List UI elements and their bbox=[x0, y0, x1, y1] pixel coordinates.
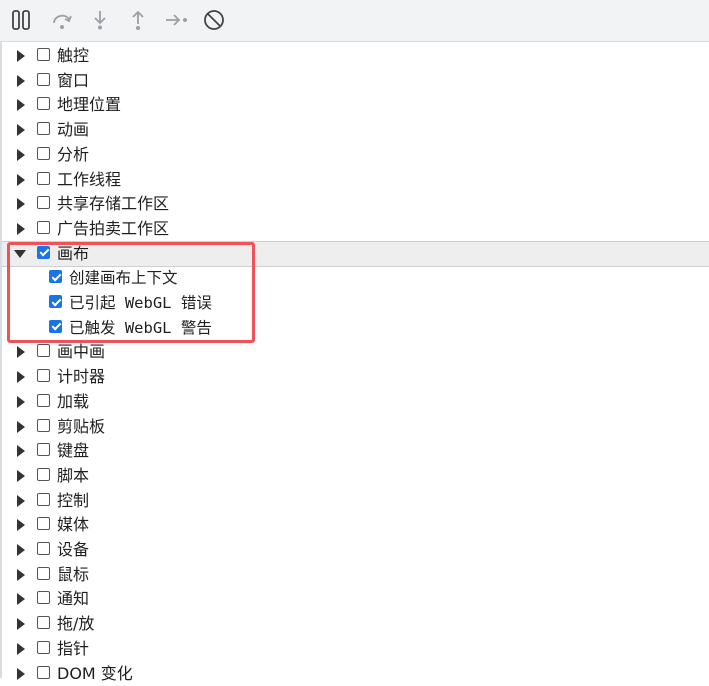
breakpoint-category-item[interactable]: 媒体 bbox=[2, 513, 709, 537]
breakpoint-category-item[interactable]: 计时器 bbox=[2, 365, 709, 389]
breakpoint-category-item[interactable]: 脚本 bbox=[2, 464, 709, 488]
expand-right-arrow-icon[interactable] bbox=[17, 74, 25, 87]
checkbox[interactable] bbox=[37, 443, 50, 457]
expand-right-arrow-icon[interactable] bbox=[17, 544, 25, 556]
checkbox[interactable] bbox=[37, 344, 50, 358]
expand-right-arrow-icon[interactable] bbox=[17, 642, 25, 655]
breakpoint-category-item[interactable]: 触控 bbox=[2, 44, 709, 68]
item-label: 剪贴板 bbox=[57, 416, 106, 436]
expand-right-arrow-icon[interactable] bbox=[17, 99, 25, 112]
checkbox[interactable] bbox=[37, 418, 50, 432]
item-label: 地理位置 bbox=[57, 95, 122, 115]
checkbox[interactable] bbox=[37, 97, 50, 111]
item-label: 计时器 bbox=[57, 367, 106, 387]
item-label: 设备 bbox=[57, 540, 90, 559]
item-label: 分析 bbox=[57, 144, 90, 164]
checkbox[interactable] bbox=[37, 48, 50, 61]
expand-right-arrow-icon[interactable] bbox=[17, 445, 25, 458]
expand-right-arrow-icon[interactable] bbox=[17, 593, 25, 606]
item-label: 键盘 bbox=[57, 441, 90, 461]
breakpoint-category-item[interactable]: 拖/放 bbox=[2, 612, 709, 636]
expand-right-arrow-icon[interactable] bbox=[17, 50, 25, 62]
item-label: 通知 bbox=[57, 589, 90, 609]
breakpoint-category-item[interactable]: 设备 bbox=[2, 538, 709, 562]
pause-icon[interactable] bbox=[8, 7, 34, 33]
expand-right-arrow-icon[interactable] bbox=[17, 198, 25, 211]
expand-right-arrow-icon[interactable] bbox=[17, 420, 25, 433]
expand-right-arrow-icon[interactable] bbox=[17, 395, 25, 408]
breakpoint-category-item[interactable]: 共享存储工作区 bbox=[2, 192, 709, 216]
checkbox[interactable] bbox=[37, 566, 50, 580]
checkbox[interactable] bbox=[37, 517, 50, 531]
expand-right-arrow-icon[interactable] bbox=[17, 173, 25, 186]
expand-right-arrow-icon[interactable] bbox=[17, 469, 25, 482]
highlight-box bbox=[7, 242, 255, 343]
expand-right-arrow-icon[interactable] bbox=[17, 618, 25, 631]
item-label: DOM 变化 bbox=[57, 663, 133, 683]
breakpoint-category-item[interactable]: 键盘 bbox=[2, 439, 709, 463]
expand-right-arrow-icon[interactable] bbox=[17, 346, 25, 359]
expand-right-arrow-icon[interactable] bbox=[17, 519, 25, 532]
breakpoint-category-item[interactable]: 地理位置 bbox=[2, 93, 709, 117]
breakpoint-category-item[interactable]: 控制 bbox=[2, 489, 709, 513]
checkbox[interactable] bbox=[37, 640, 50, 654]
breakpoint-category-item[interactable]: 分析 bbox=[2, 143, 709, 167]
checkbox[interactable] bbox=[37, 393, 50, 407]
breakpoint-category-item[interactable]: 通知 bbox=[2, 587, 709, 611]
breakpoint-category-item[interactable]: 动画 bbox=[2, 118, 709, 142]
item-label: 鼠标 bbox=[57, 564, 90, 584]
checkbox[interactable] bbox=[37, 492, 50, 506]
item-label: 画中画 bbox=[57, 342, 106, 362]
expand-right-arrow-icon[interactable] bbox=[17, 222, 25, 235]
checkbox[interactable] bbox=[37, 542, 50, 555]
item-label: 窗口 bbox=[57, 70, 90, 90]
checkbox[interactable] bbox=[37, 467, 50, 481]
item-label: 动画 bbox=[57, 120, 90, 140]
breakpoint-category-item[interactable]: 加载 bbox=[2, 390, 709, 414]
checkbox[interactable] bbox=[37, 171, 50, 185]
item-label: 共享存储工作区 bbox=[57, 194, 170, 214]
expand-right-arrow-icon[interactable] bbox=[17, 148, 25, 161]
checkbox[interactable] bbox=[37, 665, 50, 679]
step-icon[interactable] bbox=[164, 7, 190, 33]
breakpoint-category-item[interactable]: 工作线程 bbox=[2, 168, 709, 192]
item-label: 加载 bbox=[57, 391, 90, 411]
debugger-toolbar bbox=[0, 0, 709, 42]
checkbox[interactable] bbox=[37, 146, 50, 160]
item-label: 控制 bbox=[57, 490, 90, 510]
breakpoint-category-item[interactable]: 窗口 bbox=[2, 69, 709, 93]
item-label: 脚本 bbox=[57, 465, 90, 485]
checkbox[interactable] bbox=[37, 196, 50, 210]
expand-right-arrow-icon[interactable] bbox=[17, 371, 25, 384]
item-label: 广告拍卖工作区 bbox=[57, 218, 170, 238]
item-label: 触控 bbox=[57, 46, 90, 65]
item-label: 工作线程 bbox=[57, 169, 122, 189]
expand-right-arrow-icon[interactable] bbox=[17, 124, 25, 137]
breakpoint-category-item[interactable]: 鼠标 bbox=[2, 563, 709, 587]
breakpoint-category-item[interactable]: 画中画 bbox=[2, 340, 709, 364]
step-out-icon[interactable] bbox=[125, 7, 151, 33]
step-into-icon[interactable] bbox=[87, 7, 113, 33]
item-label: 指针 bbox=[57, 638, 90, 658]
step-over-icon[interactable] bbox=[49, 7, 75, 33]
breakpoint-category-item[interactable]: DOM 变化 bbox=[2, 662, 709, 686]
checkbox[interactable] bbox=[37, 122, 50, 136]
checkbox[interactable] bbox=[37, 72, 50, 86]
expand-right-arrow-icon[interactable] bbox=[17, 568, 25, 581]
checkbox[interactable] bbox=[37, 591, 50, 605]
item-label: 媒体 bbox=[57, 515, 90, 535]
item-label: 拖/放 bbox=[57, 614, 95, 634]
breakpoint-category-item[interactable]: 广告拍卖工作区 bbox=[2, 217, 709, 241]
breakpoint-category-item[interactable]: 指针 bbox=[2, 637, 709, 661]
checkbox[interactable] bbox=[37, 220, 50, 234]
checkbox[interactable] bbox=[37, 369, 50, 383]
checkbox[interactable] bbox=[37, 616, 50, 630]
breakpoint-category-item[interactable]: 剪贴板 bbox=[2, 415, 709, 439]
expand-right-arrow-icon[interactable] bbox=[17, 494, 25, 507]
deactivate-breakpoints-icon[interactable] bbox=[201, 7, 227, 33]
